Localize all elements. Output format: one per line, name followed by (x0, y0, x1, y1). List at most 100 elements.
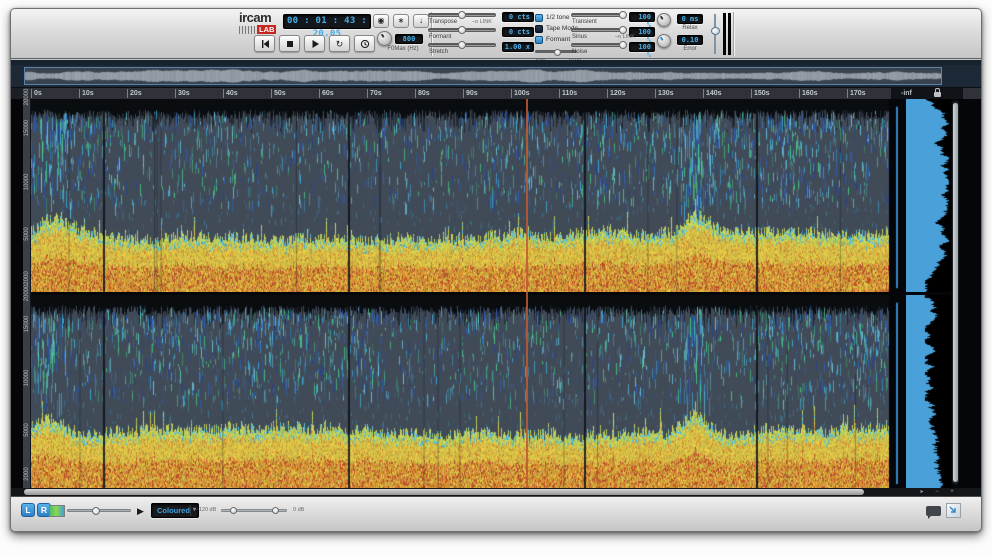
frequency-label: 10000 (23, 366, 31, 390)
transpose-slider[interactable] (428, 28, 496, 32)
transpose-slider[interactable] (428, 43, 496, 47)
transpose-value: 0 cts (502, 12, 534, 22)
f0max-label: F0Max (Hz) (377, 46, 429, 53)
resize-arrow-icon (949, 506, 958, 515)
logo-brand-text: ircam (239, 12, 285, 24)
transpose-slider[interactable] (428, 13, 496, 17)
vertical-scrollbar[interactable] (952, 101, 959, 484)
ruler-end-zone: -inf (891, 88, 963, 99)
overview-waveform[interactable] (24, 67, 942, 85)
hscroll-arrow-button[interactable]: ▸ (916, 488, 928, 496)
colormap-select[interactable]: Coloured ▾ (151, 503, 199, 518)
chevron-down-icon: ▾ (190, 505, 196, 516)
time-ruler[interactable]: -inf 0s10s20s30s40s50s60s70s80s90s100s11… (11, 87, 981, 99)
play-button[interactable] (304, 35, 325, 52)
slider-handle[interactable] (458, 41, 466, 49)
overview-band (11, 65, 981, 87)
slider-handle[interactable] (619, 11, 627, 19)
arrow-down-button[interactable]: ↓ (413, 14, 429, 28)
checkbox-label: Formant (546, 36, 570, 43)
brightness-slider[interactable] (67, 509, 131, 512)
mix-slider[interactable] (571, 28, 627, 32)
horizontal-scrollbar-thumb[interactable] (24, 489, 864, 495)
db-range-slider[interactable] (221, 509, 287, 512)
horizontal-scrollbar[interactable]: ▸ − + (11, 488, 981, 496)
zoom-in-button[interactable]: + (946, 488, 958, 496)
colormap-thumbnail-icon[interactable] (49, 505, 65, 517)
target-button[interactable]: ◉ (373, 14, 389, 28)
vertical-scrollbar-thumb[interactable] (953, 103, 958, 482)
nav-arrow-icon[interactable]: ▶ (137, 505, 144, 517)
output-level-slider[interactable] (711, 14, 720, 54)
slider-handle[interactable] (619, 41, 627, 49)
brightness-slider-handle[interactable] (92, 507, 100, 515)
speed-range-slider[interactable] (535, 48, 575, 58)
transpose-value: 1.00 x (502, 42, 534, 52)
spectrum-meter-left (906, 99, 951, 292)
ruler-tick-label: 170s (847, 89, 866, 98)
ruler-tick-label: 120s (607, 89, 626, 98)
mix-slider[interactable] (571, 43, 627, 47)
slider-handle[interactable] (458, 26, 466, 34)
slider-handle[interactable] (554, 49, 561, 56)
ruler-tick-label: 70s (367, 89, 382, 98)
asterisk-icon: ∗ (398, 15, 405, 27)
db-min-label: -120 dB (197, 507, 216, 513)
mini-toggle-buttons: ◉ ∗ ↓ (373, 14, 429, 28)
slider-handle[interactable] (458, 11, 466, 19)
rewind-button[interactable] (254, 35, 275, 52)
toolbar-separator-right (733, 12, 735, 56)
error-knob[interactable] (657, 34, 671, 48)
logo-lab-text: LAB (257, 25, 276, 34)
frequency-label: 15000 (23, 312, 31, 336)
mix-label: Sinus (572, 34, 587, 40)
stop-button[interactable] (279, 35, 300, 52)
db-range-handle-high[interactable] (272, 507, 279, 514)
transpose-label: Transpose (429, 19, 457, 25)
lock-icon[interactable] (934, 92, 941, 97)
link-label[interactable]: –o LINK (615, 34, 635, 40)
ruler-tick-label: 0s (31, 89, 42, 98)
transpose-row: Transpose 0 cts –o LINK (428, 11, 534, 26)
checkbox-label: 1/2 tone (546, 14, 570, 21)
link-label[interactable]: –o LINK (472, 19, 492, 25)
relax-knob[interactable] (657, 13, 671, 27)
mix-label: Noise (572, 49, 587, 55)
relax-value: 0 ms (677, 14, 703, 24)
clock-button[interactable] (354, 35, 375, 52)
frequency-label: 20000 (23, 281, 31, 305)
mix-group: Transient100 %Sinus100 %–o LINKNoise100 … (571, 11, 655, 56)
error-value: 0.10 (677, 35, 703, 45)
slider-handle[interactable] (619, 26, 627, 34)
1-2-tone-checkbox[interactable] (535, 14, 543, 22)
comment-bubble-icon[interactable] (926, 506, 941, 516)
loop-button[interactable]: ↻ (329, 35, 350, 52)
zoom-out-button[interactable]: − (931, 488, 943, 496)
spectrogram-left-channel[interactable] (31, 99, 906, 292)
output-level-handle[interactable] (711, 27, 720, 35)
time-display: 00 : 01 : 43 : 20.05 (283, 14, 371, 29)
formant-checkbox[interactable] (535, 36, 543, 44)
transpose-value: 0 cts (502, 27, 534, 37)
transpose-row: Formant0 cts (428, 26, 534, 41)
spectrogram-right-channel[interactable] (31, 295, 906, 488)
mix-row: Noise100 % (571, 41, 655, 56)
playhead-cursor[interactable] (526, 99, 528, 488)
f0max-knob[interactable] (377, 31, 392, 46)
app-window: ircam LAB 00 : 01 : 43 : 20.05 ↻ (10, 8, 982, 532)
channel-left-button[interactable]: L (21, 503, 35, 517)
ruler-tick-label: 80s (415, 89, 430, 98)
resize-grip-icon[interactable] (946, 503, 961, 518)
ruler-tick-label: 150s (751, 89, 770, 98)
overview-waveform-canvas[interactable] (25, 68, 941, 84)
play-icon (310, 39, 320, 49)
frequency-label: 10000 (23, 170, 31, 194)
ruler-tick-label: 140s (703, 89, 722, 98)
asterisk-button[interactable]: ∗ (393, 14, 409, 28)
mix-slider[interactable] (571, 13, 627, 17)
ruler-tick-label: 160s (799, 89, 818, 98)
mix-label: Transient (572, 19, 597, 25)
logo-barcode-icon (239, 26, 255, 34)
db-range-handle-low[interactable] (230, 507, 237, 514)
tape-mode-checkbox[interactable] (535, 25, 543, 33)
